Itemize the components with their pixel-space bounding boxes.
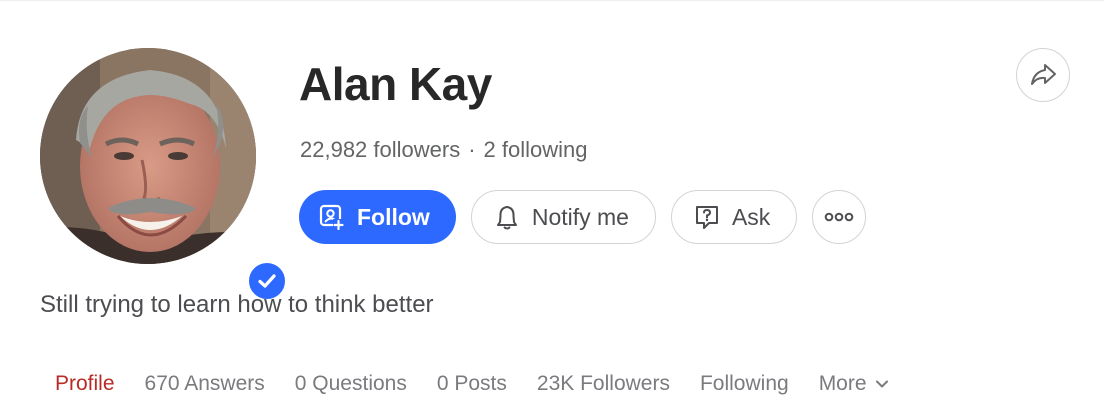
tab-followers[interactable]: 23K Followers <box>522 366 685 402</box>
follow-button[interactable]: Follow <box>299 190 456 244</box>
profile-name: Alan Kay <box>299 58 492 110</box>
followers-count-link[interactable]: 22,982 followers <box>300 137 460 162</box>
more-horizontal-icon <box>825 212 854 222</box>
tab-more[interactable]: More <box>804 366 904 402</box>
tab-profile[interactable]: Profile <box>41 366 130 402</box>
question-bubble-icon <box>694 204 720 230</box>
chevron-down-icon <box>875 379 889 389</box>
following-count-link[interactable]: 2 following <box>484 137 588 162</box>
profile-actions: Follow Notify me Ask <box>299 190 867 244</box>
profile-tabs: Profile 670 Answers 0 Questions 0 Posts … <box>41 366 904 402</box>
avatar-photo <box>40 48 256 264</box>
tab-questions[interactable]: 0 Questions <box>280 366 422 402</box>
tab-posts[interactable]: 0 Posts <box>422 366 522 402</box>
follow-label: Follow <box>357 203 430 230</box>
notify-me-button[interactable]: Notify me <box>470 190 656 244</box>
tab-answers[interactable]: 670 Answers <box>130 366 280 402</box>
profile-bio: Still trying to learn how to think bette… <box>40 291 434 318</box>
follow-stats: 22,982 followers · 2 following <box>300 135 588 165</box>
tab-following[interactable]: Following <box>685 366 804 402</box>
notify-me-label: Notify me <box>531 203 629 230</box>
more-options-button[interactable] <box>812 190 867 244</box>
tab-more-label: More <box>818 372 867 395</box>
stats-separator: · <box>468 137 476 162</box>
avatar[interactable] <box>40 48 256 264</box>
share-arrow-icon <box>1031 64 1056 85</box>
bell-icon <box>494 204 520 230</box>
top-divider <box>0 0 1104 1</box>
ask-label: Ask <box>731 203 771 230</box>
share-button[interactable] <box>1016 48 1070 102</box>
ask-button[interactable]: Ask <box>670 190 798 244</box>
profile-avatar-container <box>40 48 288 302</box>
person-add-icon <box>319 204 345 230</box>
